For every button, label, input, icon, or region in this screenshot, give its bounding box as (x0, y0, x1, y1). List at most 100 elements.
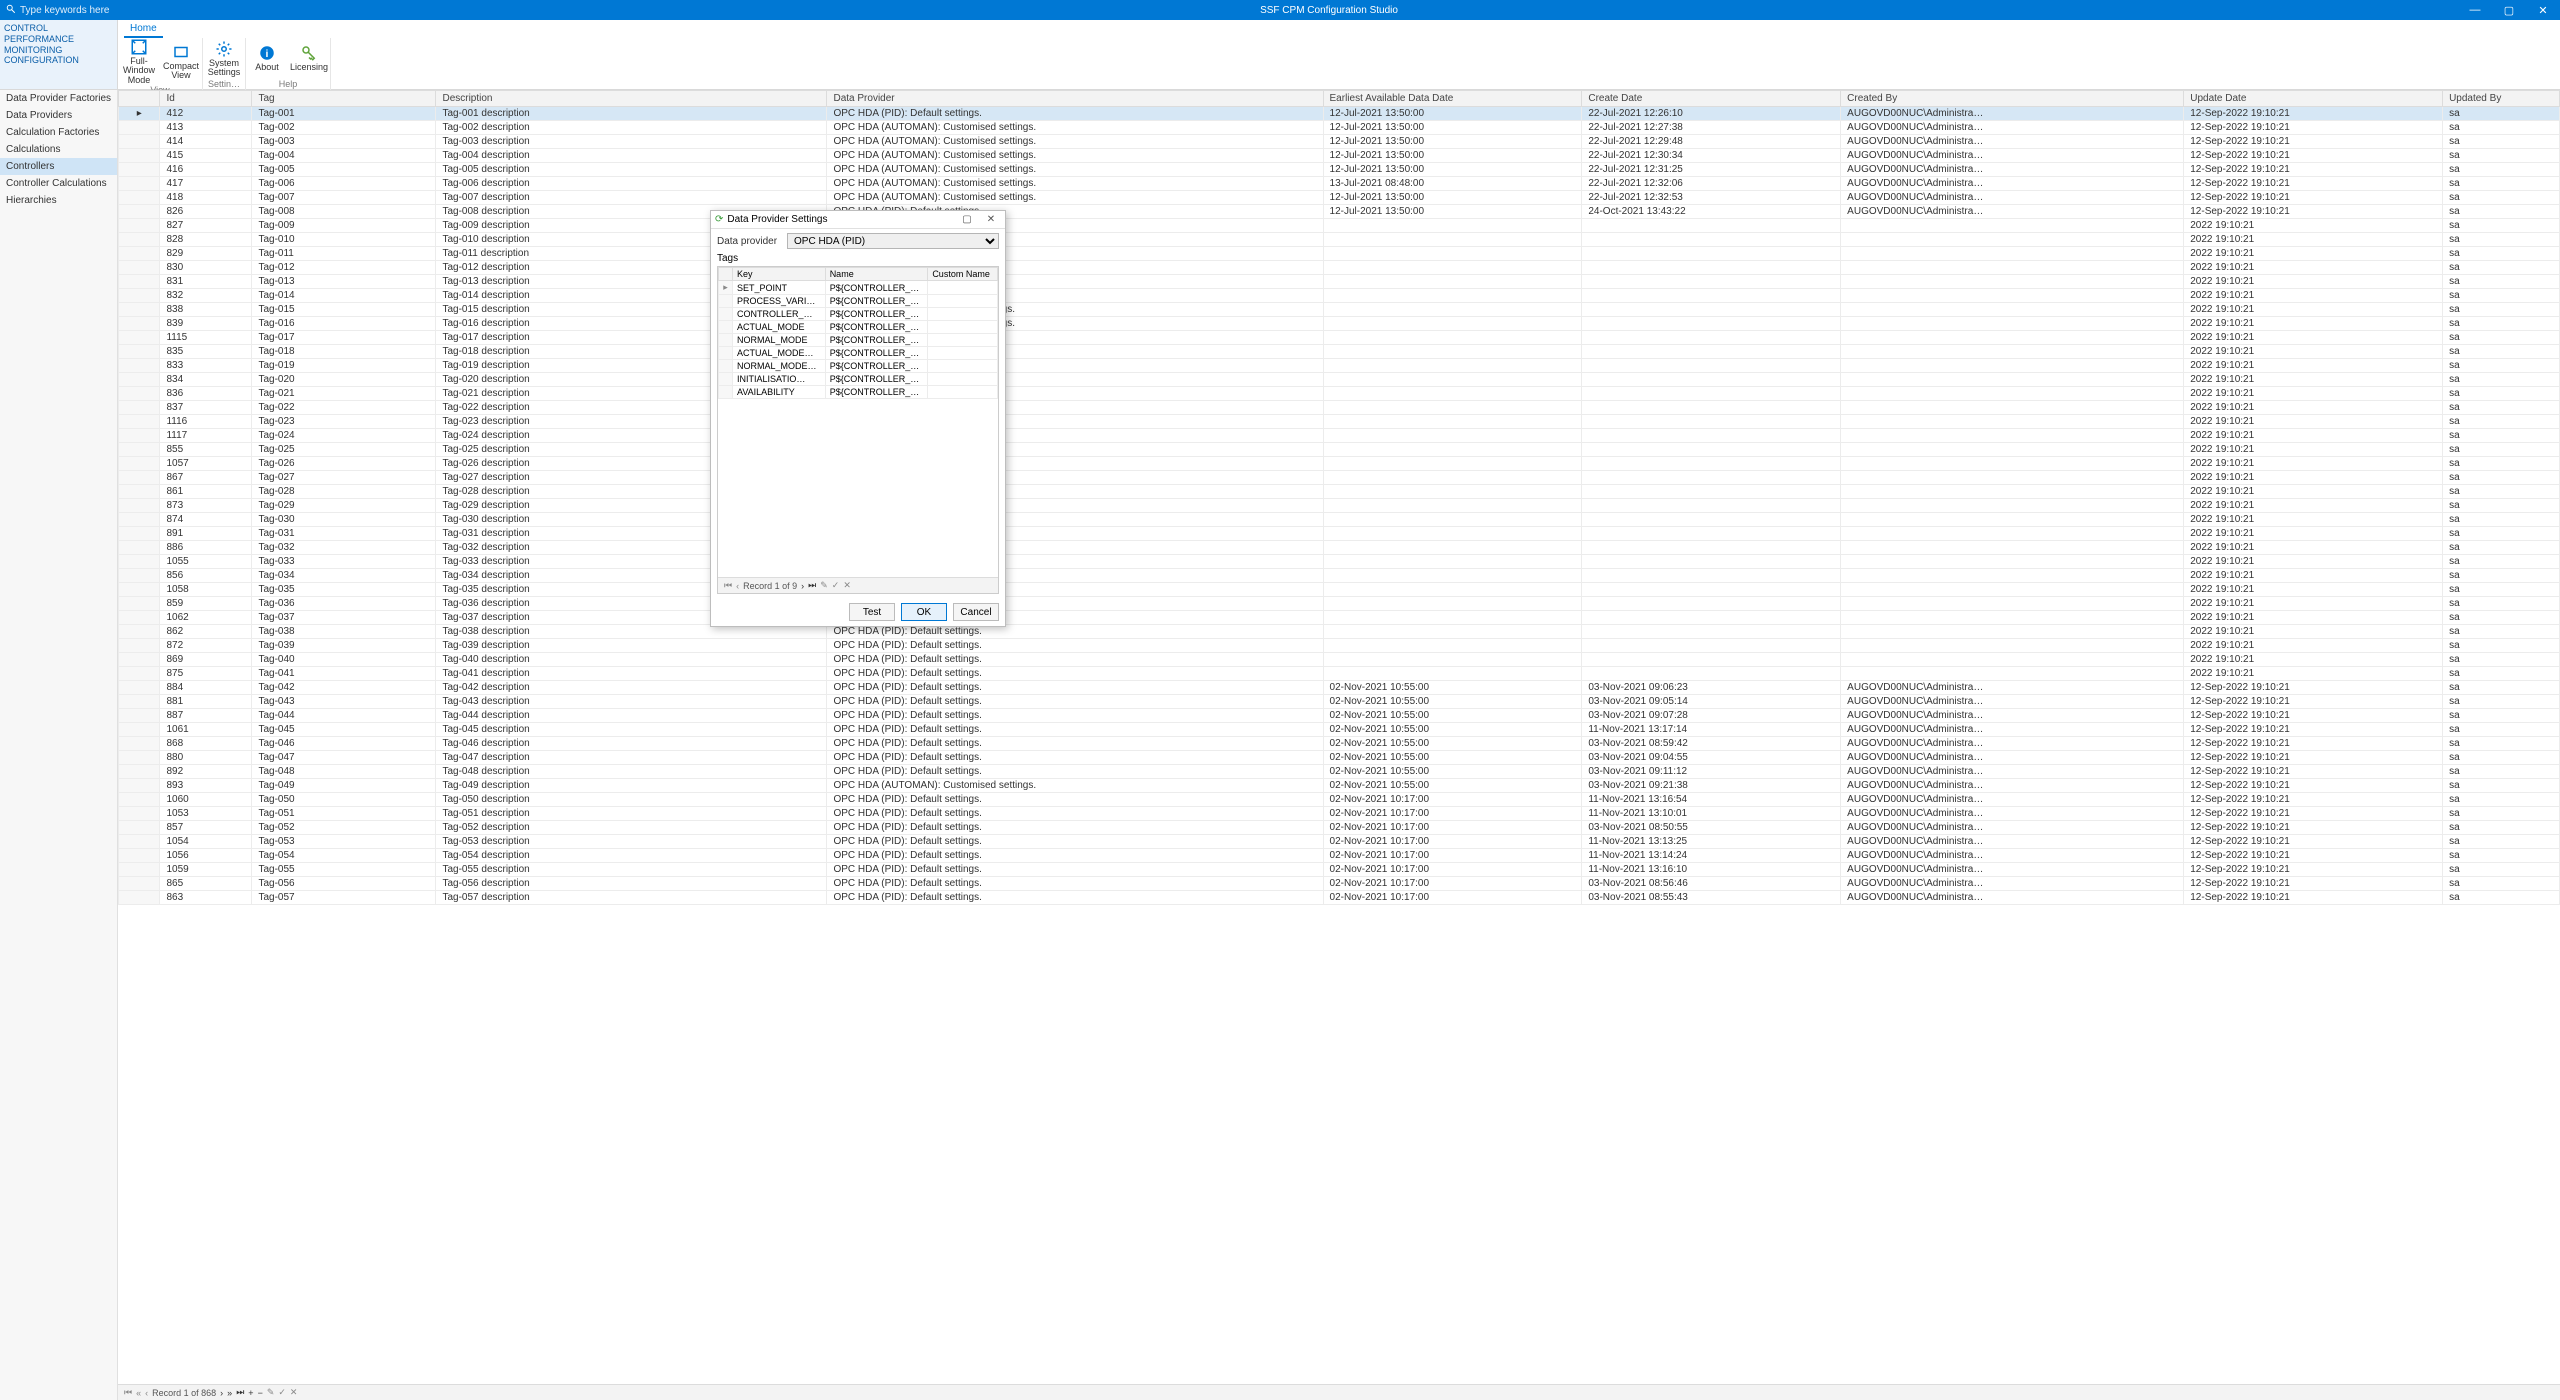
table-row[interactable]: 880Tag-047Tag-047 descriptionOPC HDA (PI… (119, 751, 2560, 765)
table-row[interactable]: 1115Tag-017Tag-017 descriptionOPC HDA (P… (119, 331, 2560, 345)
table-row[interactable]: 416Tag-005Tag-005 descriptionOPC HDA (AU… (119, 163, 2560, 177)
table-row[interactable]: 1054Tag-053Tag-053 descriptionOPC HDA (P… (119, 835, 2560, 849)
table-row[interactable]: 835Tag-018Tag-018 descriptionOPC HDA (PI… (119, 345, 2560, 359)
table-row[interactable]: 893Tag-049Tag-049 descriptionOPC HDA (AU… (119, 779, 2560, 793)
table-row[interactable]: 834Tag-020Tag-020 descriptionOPC HDA (PI… (119, 373, 2560, 387)
fullwindow-button[interactable]: Full-Window Mode (118, 38, 160, 85)
column-header[interactable]: Tag (252, 91, 436, 107)
table-row[interactable]: 830Tag-012Tag-012 descriptionOPC HDA (PI… (119, 261, 2560, 275)
dialog-close-button[interactable]: ✕ (981, 214, 1001, 225)
table-row[interactable]: 413Tag-002Tag-002 descriptionOPC HDA (AU… (119, 121, 2560, 135)
table-row[interactable]: 857Tag-052Tag-052 descriptionOPC HDA (PI… (119, 821, 2560, 835)
table-row[interactable]: 881Tag-043Tag-043 descriptionOPC HDA (PI… (119, 695, 2560, 709)
table-row[interactable]: 1117Tag-024Tag-024 descriptionOPC HDA (P… (119, 429, 2560, 443)
sidebar-item[interactable]: Calculation Factories (0, 124, 117, 141)
table-row[interactable]: ACTUAL_MODEP${CONTROLLER_TAG}.PID.MDE_P (719, 321, 998, 334)
column-header[interactable]: Created By (1841, 91, 2184, 107)
column-header[interactable]: Custom Name (928, 268, 998, 281)
table-row[interactable]: 867Tag-027Tag-027 descriptionOPC HDA (PI… (119, 471, 2560, 485)
table-row[interactable]: 828Tag-010Tag-010 descriptionOPC HDA (PI… (119, 233, 2560, 247)
dnav-edit-icon[interactable]: ✎ (820, 580, 828, 591)
table-row[interactable]: 1059Tag-055Tag-055 descriptionOPC HDA (P… (119, 863, 2560, 877)
dnav-last-icon[interactable]: ⏭ (808, 580, 816, 591)
search-input[interactable] (20, 5, 190, 16)
table-row[interactable]: 415Tag-004Tag-004 descriptionOPC HDA (AU… (119, 149, 2560, 163)
nav-prevpage-icon[interactable]: « (136, 1388, 141, 1398)
table-row[interactable]: 417Tag-006Tag-006 descriptionOPC HDA (AU… (119, 177, 2560, 191)
table-row[interactable]: 839Tag-016Tag-016 descriptionOPC HDA (AU… (119, 317, 2560, 331)
table-row[interactable]: 887Tag-044Tag-044 descriptionOPC HDA (PI… (119, 709, 2560, 723)
nav-cancel-icon[interactable]: ✕ (290, 1387, 298, 1398)
table-row[interactable]: 1116Tag-023Tag-023 descriptionOPC HDA (P… (119, 415, 2560, 429)
dnav-first-icon[interactable]: ⏮ (724, 580, 732, 591)
column-header[interactable] (119, 91, 160, 107)
table-row[interactable]: 838Tag-015Tag-015 descriptionOPC HDA (AU… (119, 303, 2560, 317)
column-header[interactable]: Name (825, 268, 928, 281)
table-row[interactable]: 863Tag-057Tag-057 descriptionOPC HDA (PI… (119, 891, 2560, 905)
column-header[interactable]: Earliest Available Data Date (1323, 91, 1582, 107)
table-row[interactable]: 832Tag-014Tag-014 descriptionOPC HDA (PI… (119, 289, 2560, 303)
table-row[interactable]: 884Tag-042Tag-042 descriptionOPC HDA (PI… (119, 681, 2560, 695)
table-row[interactable]: 872Tag-039Tag-039 descriptionOPC HDA (PI… (119, 639, 2560, 653)
column-header[interactable]: Key (733, 268, 826, 281)
table-row[interactable]: 836Tag-021Tag-021 descriptionOPC HDA (PI… (119, 387, 2560, 401)
nav-edit-icon[interactable]: ✎ (267, 1387, 275, 1398)
table-row[interactable]: 837Tag-022Tag-022 descriptionOPC HDA (PI… (119, 401, 2560, 415)
table-row[interactable]: 826Tag-008Tag-008 descriptionOPC HDA (PI… (119, 205, 2560, 219)
column-header[interactable]: Updated By (2443, 91, 2560, 107)
table-row[interactable]: INITIALISATIO…P${CONTROLLER_TAG}.PID.INI… (719, 373, 998, 386)
dnav-save-icon[interactable]: ✓ (832, 580, 840, 591)
table-row[interactable]: 829Tag-011Tag-011 descriptionOPC HDA (PI… (119, 247, 2560, 261)
table-row[interactable]: 831Tag-013Tag-013 descriptionOPC HDA (PI… (119, 275, 2560, 289)
cancel-button[interactable]: Cancel (953, 603, 999, 621)
table-row[interactable]: 414Tag-003Tag-003 descriptionOPC HDA (AU… (119, 135, 2560, 149)
dataprovider-select[interactable]: OPC HDA (PID) (787, 233, 999, 249)
sidebar-item[interactable]: Data Provider Factories (0, 90, 117, 107)
table-row[interactable]: CONTROLLER_…P${CONTROLLER_TAG}.PID.OP_P (719, 308, 998, 321)
table-row[interactable]: 875Tag-041Tag-041 descriptionOPC HDA (PI… (119, 667, 2560, 681)
dnav-cancel-icon[interactable]: ✕ (843, 580, 851, 591)
table-row[interactable]: 868Tag-046Tag-046 descriptionOPC HDA (PI… (119, 737, 2560, 751)
maximize-button[interactable]: ▢ (2492, 4, 2526, 17)
ok-button[interactable]: OK (901, 603, 947, 621)
table-row[interactable]: 855Tag-025Tag-025 descriptionOPC HDA (PI… (119, 443, 2560, 457)
table-row[interactable]: ▸412Tag-001Tag-001 descriptionOPC HDA (P… (119, 107, 2560, 121)
sidebar-item[interactable]: Hierarchies (0, 192, 117, 209)
column-header[interactable]: Data Provider (827, 91, 1323, 107)
column-header[interactable] (719, 268, 733, 281)
minimize-button[interactable]: — (2458, 4, 2492, 17)
nav-next-icon[interactable]: › (220, 1388, 223, 1398)
table-row[interactable]: 874Tag-030Tag-030 descriptionOPC HDA (PI… (119, 513, 2560, 527)
dnav-prev-icon[interactable]: ‹ (736, 581, 739, 591)
table-row[interactable]: 1062Tag-037Tag-037 descriptionOPC HDA (P… (119, 611, 2560, 625)
dialog-maximize-button[interactable]: ▢ (957, 214, 977, 225)
nav-delete-icon[interactable]: − (258, 1388, 263, 1398)
close-button[interactable]: ✕ (2526, 4, 2560, 17)
table-row[interactable]: 869Tag-040Tag-040 descriptionOPC HDA (PI… (119, 653, 2560, 667)
about-button[interactable]: i About (246, 38, 288, 79)
table-row[interactable]: 833Tag-019Tag-019 descriptionOPC HDA (PI… (119, 359, 2560, 373)
table-row[interactable]: 1060Tag-050Tag-050 descriptionOPC HDA (P… (119, 793, 2560, 807)
table-row[interactable]: 1053Tag-051Tag-051 descriptionOPC HDA (P… (119, 807, 2560, 821)
column-header[interactable]: Create Date (1582, 91, 1841, 107)
nav-first-icon[interactable]: ⏮ (124, 1387, 132, 1398)
nav-nextpage-icon[interactable]: » (227, 1388, 232, 1398)
table-row[interactable]: 1056Tag-054Tag-054 descriptionOPC HDA (P… (119, 849, 2560, 863)
systemsettings-button[interactable]: System Settings (203, 38, 245, 79)
sidebar-item[interactable]: Controller Calculations (0, 175, 117, 192)
table-row[interactable]: ACTUAL_MODE…P${CONTROLLER_TAG}.PID.MODA… (719, 347, 998, 360)
column-header[interactable]: Description (436, 91, 827, 107)
table-row[interactable]: 861Tag-028Tag-028 descriptionOPC HDA (PI… (119, 485, 2560, 499)
nav-last-icon[interactable]: ⏭ (236, 1387, 244, 1398)
nav-prev-icon[interactable]: ‹ (145, 1388, 148, 1398)
table-row[interactable]: 873Tag-029Tag-029 descriptionOPC HDA (PI… (119, 499, 2560, 513)
table-row[interactable]: PROCESS_VARI…P${CONTROLLER_TAG}.PID.PV_P (719, 295, 998, 308)
tab-home[interactable]: Home (124, 21, 163, 38)
table-row[interactable]: 418Tag-007Tag-007 descriptionOPC HDA (AU… (119, 191, 2560, 205)
sidebar-item[interactable]: Calculations (0, 141, 117, 158)
controllers-grid[interactable]: IdTagDescriptionData ProviderEarliest Av… (118, 90, 2560, 905)
table-row[interactable]: 891Tag-031Tag-031 descriptionOPC HDA (PI… (119, 527, 2560, 541)
nav-save-icon[interactable]: ✓ (278, 1387, 286, 1398)
table-row[interactable]: AVAILABILITYP${CONTROLLER_TAG}M.AVAILABL… (719, 386, 998, 399)
table-row[interactable]: 827Tag-009Tag-009 descriptionOPC HDA (PI… (119, 219, 2560, 233)
